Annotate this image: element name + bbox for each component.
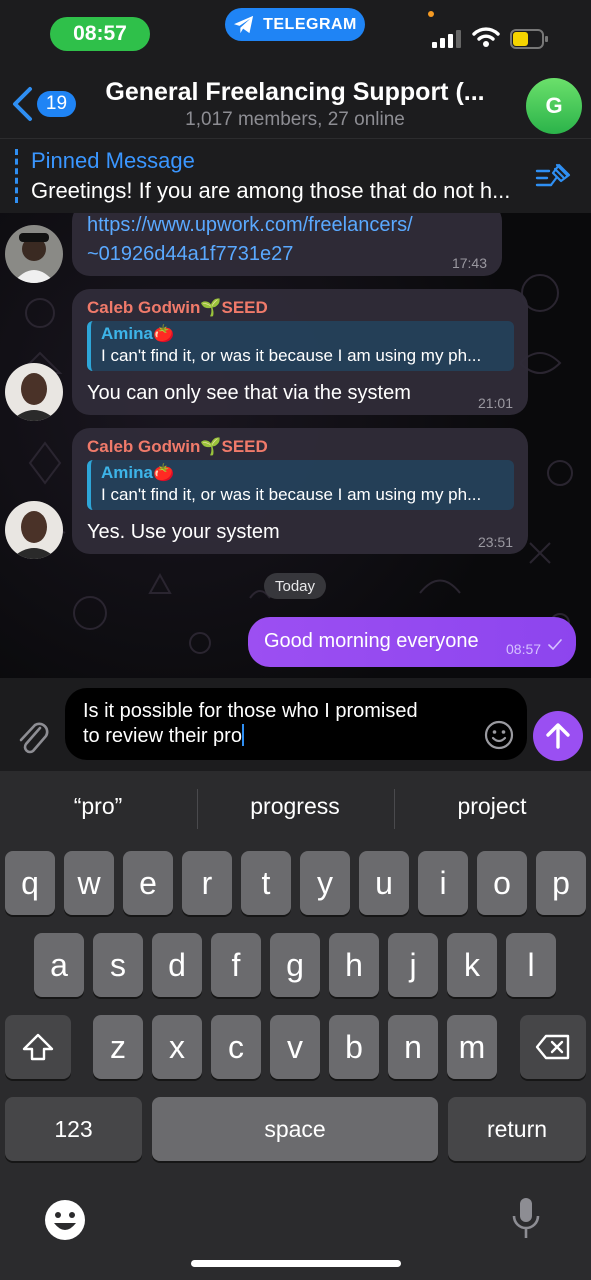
- reply-sender: Amina🍅: [101, 324, 175, 343]
- telegram-live-pill[interactable]: TELEGRAM: [225, 8, 365, 41]
- reply-text: I can't find it, or was it because I am …: [101, 485, 482, 504]
- key-o[interactable]: o: [477, 851, 527, 915]
- suggestion-item[interactable]: “pro”: [0, 793, 196, 820]
- date-separator: Today: [264, 573, 326, 599]
- send-button[interactable]: [533, 711, 583, 761]
- status-time[interactable]: 08:57: [50, 17, 150, 51]
- key-z[interactable]: z: [93, 1015, 143, 1079]
- shift-key[interactable]: [5, 1015, 71, 1079]
- emoji-keyboard-icon[interactable]: [43, 1198, 87, 1242]
- numbers-key[interactable]: 123: [5, 1097, 142, 1161]
- reply-sender: Amina🍅: [101, 463, 175, 482]
- status-bar: 08:57 TELEGRAM: [0, 0, 591, 64]
- suggestion-item[interactable]: project: [394, 793, 590, 820]
- key-j[interactable]: j: [388, 933, 438, 997]
- pinned-title: Pinned Message: [31, 148, 195, 173]
- reply-quote[interactable]: Amina🍅 I can't find it, or was it becaus…: [87, 460, 514, 510]
- chat-member-count: 1,017 members, 27 online: [185, 109, 405, 130]
- sticker-emoji-icon[interactable]: [484, 720, 514, 750]
- key-h[interactable]: h: [329, 933, 379, 997]
- sender-avatar[interactable]: [5, 363, 63, 421]
- message-input-text[interactable]: Is it possible for those who I promised …: [83, 699, 463, 749]
- key-y[interactable]: y: [300, 851, 350, 915]
- key-r[interactable]: r: [182, 851, 232, 915]
- sender-avatar[interactable]: [5, 225, 63, 283]
- key-f[interactable]: f: [211, 933, 261, 997]
- key-d[interactable]: d: [152, 933, 202, 997]
- message-input[interactable]: Is it possible for those who I promised …: [65, 688, 527, 760]
- telegram-icon: [234, 15, 254, 33]
- keyboard: “pro” progress project qwertyuiop asdfghj…: [0, 771, 591, 1280]
- delete-key[interactable]: [520, 1015, 586, 1079]
- pinned-indicator-line: [15, 149, 18, 203]
- message-link[interactable]: https://www.upwork.com/freelancers/ ~019…: [87, 213, 413, 269]
- message-sender[interactable]: Caleb Godwin🌱SEED: [87, 437, 268, 457]
- privacy-indicator-dot: [428, 11, 434, 17]
- pinned-message-bar[interactable]: Pinned Message Greetings! If you are amo…: [0, 138, 591, 213]
- unread-count-badge[interactable]: 19: [37, 91, 76, 117]
- pinned-list-icon[interactable]: [535, 163, 571, 191]
- suggestion-item[interactable]: progress: [197, 793, 393, 820]
- key-e[interactable]: e: [123, 851, 173, 915]
- message-sender[interactable]: Caleb Godwin🌱SEED: [87, 298, 268, 318]
- message-list[interactable]: https://www.upwork.com/freelancers/ ~019…: [0, 213, 591, 678]
- group-avatar[interactable]: G: [526, 78, 582, 134]
- telegram-pill-label: TELEGRAM: [263, 15, 357, 33]
- key-v[interactable]: v: [270, 1015, 320, 1079]
- backspace-icon: [535, 1034, 570, 1060]
- key-m[interactable]: m: [447, 1015, 497, 1079]
- home-indicator[interactable]: [191, 1260, 401, 1267]
- cellular-signal-icon: [432, 30, 462, 48]
- text-caret: [241, 724, 244, 746]
- sender-avatar[interactable]: [5, 501, 63, 559]
- chat-title[interactable]: General Freelancing Support (...: [100, 78, 490, 107]
- key-n[interactable]: n: [388, 1015, 438, 1079]
- shift-arrow-icon: [22, 1033, 54, 1061]
- reply-text: I can't find it, or was it because I am …: [101, 346, 482, 365]
- return-key[interactable]: return: [448, 1097, 586, 1161]
- message-text: Good morning everyone: [264, 630, 479, 652]
- key-s[interactable]: s: [93, 933, 143, 997]
- key-b[interactable]: b: [329, 1015, 379, 1079]
- arrow-up-icon: [546, 723, 570, 749]
- key-c[interactable]: c: [211, 1015, 261, 1079]
- chat-header: 19 General Freelancing Support (... 1,01…: [0, 64, 591, 138]
- key-l[interactable]: l: [506, 933, 556, 997]
- pinned-text: Greetings! If you are among those that d…: [31, 178, 511, 203]
- read-check-icon: [548, 639, 562, 651]
- key-k[interactable]: k: [447, 933, 497, 997]
- space-key[interactable]: space: [152, 1097, 438, 1161]
- key-t[interactable]: t: [241, 851, 291, 915]
- wifi-icon: [472, 27, 500, 47]
- message-time: 08:57: [506, 641, 542, 657]
- key-g[interactable]: g: [270, 933, 320, 997]
- key-q[interactable]: q: [5, 851, 55, 915]
- key-i[interactable]: i: [418, 851, 468, 915]
- message-time: 17:43: [451, 255, 487, 271]
- key-u[interactable]: u: [359, 851, 409, 915]
- back-chevron-icon[interactable]: [10, 86, 34, 122]
- attach-paperclip-icon[interactable]: [16, 718, 50, 756]
- key-w[interactable]: w: [64, 851, 114, 915]
- message-time: 21:01: [477, 395, 513, 411]
- key-p[interactable]: p: [536, 851, 586, 915]
- message-time: 23:51: [477, 534, 513, 550]
- message-bubble[interactable]: Caleb Godwin🌱SEED Amina🍅 I can't find it…: [72, 428, 528, 554]
- reply-quote[interactable]: Amina🍅 I can't find it, or was it becaus…: [87, 321, 514, 371]
- outgoing-message-bubble[interactable]: Good morning everyone 08:57: [248, 617, 576, 667]
- dictation-mic-icon[interactable]: [510, 1196, 542, 1242]
- message-text: You can only see that via the system: [87, 382, 411, 404]
- key-x[interactable]: x: [152, 1015, 202, 1079]
- key-a[interactable]: a: [34, 933, 84, 997]
- battery-icon: [510, 29, 548, 49]
- message-text: Yes. Use your system: [87, 521, 280, 543]
- composer-bar: Is it possible for those who I promised …: [0, 678, 591, 771]
- message-bubble[interactable]: Caleb Godwin🌱SEED Amina🍅 I can't find it…: [72, 289, 528, 415]
- message-bubble[interactable]: https://www.upwork.com/freelancers/ ~019…: [72, 213, 502, 276]
- predictive-bar: “pro” progress project: [0, 771, 591, 849]
